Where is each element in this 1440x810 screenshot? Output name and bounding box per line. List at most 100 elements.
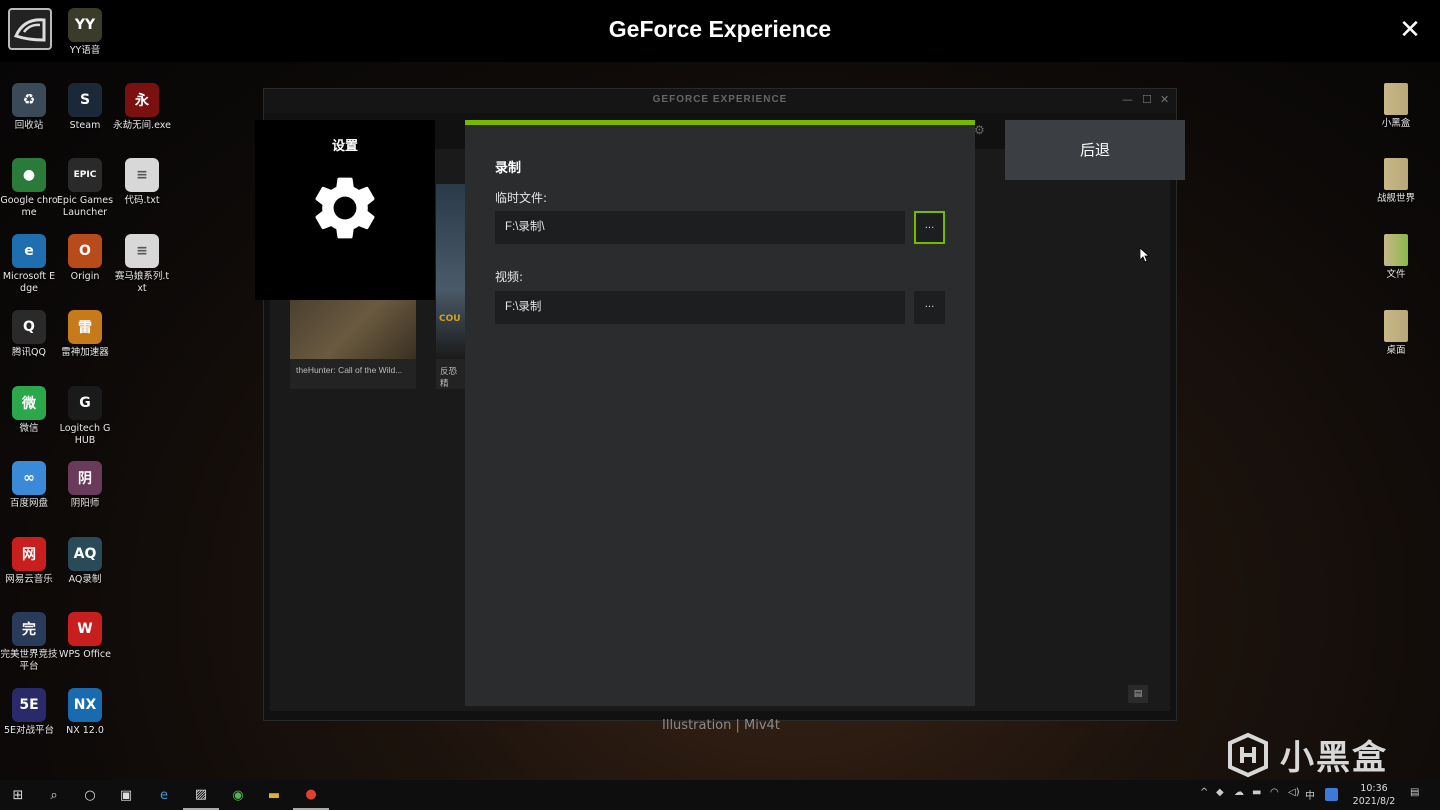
desktop-icon[interactable]: O Origin [56,234,114,283]
chrome-taskbar-icon[interactable]: ● [293,780,329,810]
desktop-icon-image: e [12,234,46,268]
desktop-icon-label: 阴阳师 [70,498,100,509]
clock-date: 2021/8/2 [1352,796,1396,807]
desktop-icon-image: ≡ [125,158,159,192]
recording-settings-dialog: 录制 临时文件: F:\录制\ ... 视频: F:\录制 ... [465,120,975,706]
desktop-icon-label: 雷神加速器 [61,347,109,358]
temp-files-browse-button[interactable]: ... [914,211,945,244]
desktop-icon-label: Google chrome [0,195,58,218]
temp-files-path-field[interactable]: F:\录制\ [495,211,905,244]
desktop-icon[interactable]: NX NX 12.0 [56,688,114,737]
edge-taskbar-icon[interactable]: e [146,780,182,810]
wechat-taskbar-icon[interactable]: ◉ [220,780,256,810]
game-art: COU [436,184,466,359]
desktop-icon-label: 回收站 [14,120,44,131]
folder-icon [1384,310,1408,342]
desktop-icon[interactable]: YY YY语音 [56,8,114,57]
desktop-icon-label: 永劫无间.exe [113,120,171,131]
folder-icon [1384,234,1408,266]
desktop-icon-label: 微信 [19,423,39,434]
desktop-icon[interactable]: 网网易云音乐 [0,537,58,586]
video-path-field[interactable]: F:\录制 [495,291,905,324]
close-icon[interactable]: ✕ [1396,16,1424,44]
desktop-icon[interactable]: AQ AQ录制 [56,537,114,586]
desktop-icon-image: 网 [12,537,46,571]
cortana-icon[interactable]: ○ [72,780,108,810]
desktop-icon-label: 腾讯QQ [12,347,46,358]
desktop-icon-image: EPIC [68,158,102,192]
clock[interactable]: 10:36 2021/8/2 [1352,782,1396,808]
chat-icon[interactable]: ▤ [1128,685,1148,703]
desktop-icon-label: Steam [69,120,101,131]
settings-panel: 设置 [255,120,435,300]
watermark: 小黑盒 [1224,730,1388,779]
desktop-icon-label: 桌面 [1386,345,1406,356]
video-label: 视频: [495,270,524,284]
desktop-icon-image: 5E [12,688,46,722]
back-button[interactable]: 后退 [1005,120,1185,180]
game-card[interactable]: theHunter: Call of the Wild... [290,299,416,389]
game-card[interactable]: COU 反恐精 [436,184,466,389]
desktop-icon[interactable]: ● Google chrome [0,158,58,219]
desktop-icon[interactable]: e Microsoft Edge [0,234,58,295]
volume-icon[interactable]: ◁) [1288,787,1300,798]
desktop-icon[interactable]: S Steam [56,83,114,132]
desktop-icon[interactable]: G Logitech G HUB [56,386,114,447]
desktop-icon-image: 阴 [68,461,102,495]
gfe-desktop-icon[interactable] [8,8,52,50]
desktop-icon-label: 完美世界竞技平台 [0,649,58,672]
network-icon[interactable]: ◠ [1270,787,1279,798]
folder-icon [1384,158,1408,190]
ime-indicator[interactable]: 中 [1305,787,1315,802]
desktop-icon-image: 完 [12,612,46,646]
desktop-icon[interactable]: 完完美世界竞技平台 [0,612,58,673]
desktop-icon-image: ∞ [12,461,46,495]
watermark-text: 小黑盒 [1280,738,1388,778]
desktop-icon-label: 代码.txt [124,195,160,206]
desktop-icon-image: G [68,386,102,420]
desktop-icon[interactable]: ∞ 百度网盘 [0,461,58,510]
desktop-folder-icon[interactable]: 文件 [1367,234,1425,281]
desktop-icon-image: ♻ [12,83,46,117]
desktop-icon[interactable]: ≡ 代码.txt [113,158,171,207]
heybox-logo-icon [1228,732,1268,777]
desktop-icon-image: ● [12,158,46,192]
desktop-icon-image: AQ [68,537,102,571]
start-windows-icon[interactable]: ⊞ [0,780,36,810]
search-icon[interactable]: ⌕ [36,780,72,810]
desktop-icon[interactable]: 永永劫无间.exe [113,83,171,132]
desktop-icon-label: Logitech G HUB [59,423,111,446]
onedrive-icon[interactable]: ☁ [1234,787,1244,798]
file-explorer-icon[interactable]: ▬ [256,780,292,810]
desktop-icon-label: 网易云音乐 [5,574,53,585]
nvidia-eye-icon [13,18,46,42]
tray-expand-icon[interactable]: ^ [1200,787,1208,798]
desktop-icon[interactable]: 雷雷神加速器 [56,310,114,359]
desktop-icon[interactable]: W WPS Office [56,612,114,661]
desktop-folder-icon[interactable]: 桌面 [1367,310,1425,357]
desktop-folder-icon[interactable]: 小黑盒 [1367,83,1425,130]
gear-icon[interactable]: ⚙ [974,123,985,137]
desktop-icon[interactable]: 阴阴阳师 [56,461,114,510]
notification-icon[interactable]: ▤ [1410,787,1419,798]
video-browse-button[interactable]: ... [914,291,945,324]
desktop-folder-icon[interactable]: 战舰世界 [1367,158,1425,205]
desktop-icon[interactable]: Q 腾讯QQ [0,310,58,359]
tray-app-icon[interactable]: ◆ [1216,787,1224,798]
window-close-icon[interactable]: ✕ [1160,93,1169,106]
desktop-icon[interactable]: ♻ 回收站 [0,83,58,132]
desktop-icon[interactable]: 5E 5E对战平台 [0,688,58,737]
desktop-icon[interactable]: EPIC Epic Games Launcher [56,158,114,219]
minimize-icon[interactable]: — [1122,93,1133,106]
desktop-icon-image: ≡ [125,234,159,268]
desktop-icon[interactable]: ≡ 赛马娘系列.txt [113,234,171,295]
maximize-icon[interactable]: ☐ [1142,93,1152,106]
task-view-icon[interactable]: ▣ [108,780,144,810]
game-caption: theHunter: Call of the Wild... [296,365,403,375]
qq-tray-icon[interactable] [1325,788,1338,801]
gfe-taskbar-icon[interactable]: ▨ [183,780,219,810]
section-title: 录制 [495,161,522,176]
desktop-icon[interactable]: 微微信 [0,386,58,435]
desktop-icon-label: 文件 [1386,269,1406,280]
tray-app-icon[interactable]: ▬ [1252,787,1261,798]
